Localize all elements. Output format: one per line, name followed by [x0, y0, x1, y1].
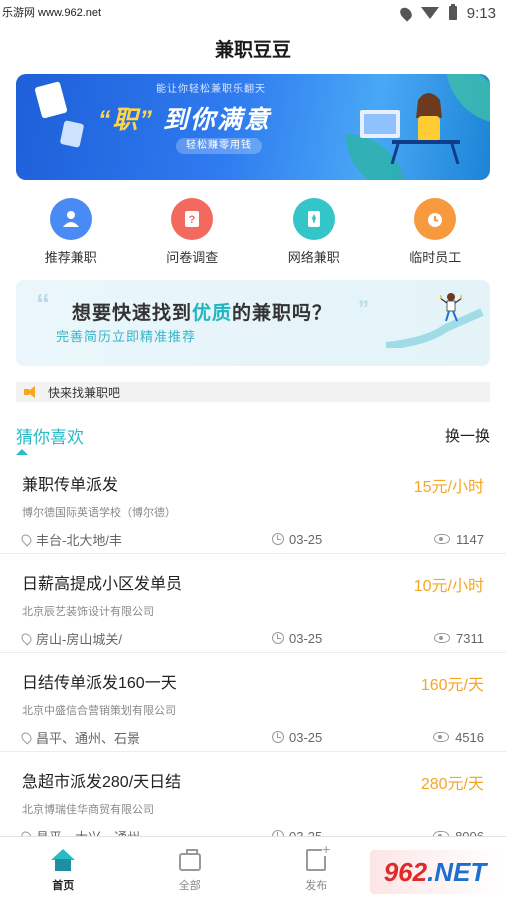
- location-pin-icon: [19, 531, 34, 547]
- clock-icon: [272, 632, 284, 644]
- job-date: 03-25: [289, 531, 323, 547]
- wifi-icon: [420, 7, 439, 19]
- banner-headline-rest: 到你满意: [162, 106, 271, 134]
- nav-recommend-job[interactable]: 推荐兼职: [26, 198, 116, 268]
- job-date: 03-25: [289, 729, 323, 745]
- job-location: 昌平、通州、石景: [36, 730, 141, 746]
- job-meta: 丰台-北大地/丰 03-25 1147: [19, 530, 484, 548]
- nav-questionnaire[interactable]: ? 问卷调查: [147, 198, 237, 268]
- tab-label: 发布: [305, 880, 328, 892]
- job-views: 7311: [456, 630, 484, 646]
- tab-post[interactable]: 发布: [253, 837, 380, 900]
- banner-pill: 轻松赚零用钱: [176, 138, 262, 154]
- briefcase-icon: [178, 849, 201, 871]
- promo-headline-post: 的兼职吗？: [232, 303, 333, 324]
- location-pin-icon: [19, 630, 34, 646]
- quote-mark-decoration: ”: [358, 296, 369, 321]
- banner-headline: “职” 到你满意: [98, 100, 271, 136]
- job-list-item[interactable]: 兼职传单派发 15元/小时 博尔德国际英语学校（博尔德） 丰台-北大地/丰 03…: [0, 455, 506, 554]
- job-location: 丰台-北大地/丰: [36, 532, 122, 548]
- location-pin-icon: [19, 729, 34, 745]
- notice-text: 快来找兼职吧: [48, 385, 121, 400]
- location-icon: [397, 4, 414, 22]
- site-watermark: 乐游网 www.962.net: [2, 7, 102, 19]
- nav-network-job[interactable]: 网络兼职: [269, 198, 359, 268]
- section-title-wrap: 猜你喜欢: [16, 423, 84, 455]
- job-views: 1147: [456, 531, 484, 547]
- page-title: 兼职豆豆: [214, 39, 291, 61]
- clock-icon: [414, 198, 457, 240]
- person-illustration: [440, 293, 462, 322]
- recommend-section-header: 猜你喜欢 换一换: [16, 420, 490, 455]
- job-company: 北京博瑞佳华商贸有限公司: [22, 804, 154, 816]
- promo-headline-em: 优质: [192, 303, 233, 324]
- nav-temp-staff[interactable]: 临时员工: [390, 198, 480, 268]
- job-meta: 房山-房山城关/ 03-25 7311: [19, 629, 484, 647]
- quote-mark-decoration: “: [36, 288, 50, 319]
- status-time: 9:13: [466, 4, 496, 22]
- job-pay: 160元/天: [420, 677, 484, 694]
- job-title: 急超市派发280/天日结: [22, 774, 182, 791]
- notice-bar[interactable]: 快来找兼职吧: [16, 382, 490, 402]
- network-job-icon: [292, 198, 335, 240]
- section-title: 猜你喜欢: [16, 427, 84, 447]
- quick-nav: 推荐兼职 ? 问卷调查 网络兼职 临时员工: [0, 198, 506, 268]
- job-list-item[interactable]: 日薪高提成小区发单员 10元/小时 北京辰艺装饰设计有限公司 房山-房山城关/ …: [0, 554, 506, 653]
- status-icons: 9:13: [397, 4, 496, 22]
- section-indicator: [16, 448, 28, 455]
- tab-label: 首页: [52, 880, 75, 892]
- banner-subtitle: 能让你轻松兼职乐翻天: [156, 84, 266, 95]
- eye-icon: [434, 633, 451, 643]
- job-company: 北京辰艺装饰设计有限公司: [22, 606, 154, 618]
- job-pay: 10元/小时: [413, 578, 484, 595]
- nav-label: 问卷调查: [166, 250, 219, 265]
- banner-headline-quote: “职”: [98, 106, 155, 134]
- nav-label: 网络兼职: [287, 250, 340, 265]
- nav-label: 临时员工: [409, 250, 462, 265]
- nav-label: 推荐兼职: [44, 250, 97, 265]
- tab-home[interactable]: 首页: [0, 837, 127, 900]
- job-company: 博尔德国际英语学校（博尔德）: [22, 507, 176, 519]
- job-date: 03-25: [289, 630, 323, 646]
- job-meta: 昌平、通州、石景 03-25 4516: [19, 728, 484, 746]
- user-recommend-icon: [49, 198, 92, 240]
- job-company: 北京中盛信合营销策划有限公司: [22, 705, 176, 717]
- document-icon: [34, 81, 68, 119]
- eye-icon: [433, 732, 450, 742]
- job-pay: 15元/小时: [413, 479, 484, 496]
- job-views: 4516: [455, 729, 484, 745]
- tab-label: 全部: [178, 880, 201, 892]
- post-icon: [306, 842, 331, 871]
- speaker-icon: [24, 386, 36, 398]
- promo-banner[interactable]: 能让你轻松兼职乐翻天 “职” 到你满意 轻松赚零用钱: [16, 74, 490, 180]
- job-location: 房山-房山城关/: [36, 631, 122, 647]
- site-logo-watermark: 962 .NET: [370, 850, 500, 894]
- refresh-button[interactable]: 换一换: [445, 425, 490, 446]
- promo-subline: 完善简历立即精准推荐: [56, 329, 197, 344]
- clock-icon: [272, 533, 284, 545]
- logo-text-b: .NET: [427, 856, 487, 887]
- job-title: 日结传单派发160一天: [22, 675, 177, 692]
- svg-text:?: ?: [189, 214, 196, 226]
- job-list: 兼职传单派发 15元/小时 博尔德国际英语学校（博尔德） 丰台-北大地/丰 03…: [0, 455, 506, 851]
- job-pay: 280元/天: [420, 776, 484, 793]
- questionnaire-icon: ?: [171, 198, 214, 240]
- office-worker-illustration: [360, 93, 460, 164]
- job-list-item[interactable]: 日结传单派发160一天 160元/天 北京中盛信合营销策划有限公司 昌平、通州、…: [0, 653, 506, 752]
- battery-icon: [448, 4, 457, 20]
- home-icon: [51, 849, 76, 871]
- logo-text-a: 962: [383, 856, 428, 887]
- tab-all[interactable]: 全部: [127, 837, 254, 900]
- promo-headline-pre: 想要快速找到: [72, 303, 193, 324]
- growth-arrow-illustration: [386, 308, 484, 348]
- resume-promo-card[interactable]: “ ” 想要快速找到优质的兼职吗？ 完善简历立即精准推荐: [16, 280, 490, 366]
- promo-headline: 想要快速找到优质的兼职吗？: [72, 298, 332, 325]
- eye-icon: [434, 534, 451, 544]
- clock-icon: [272, 731, 284, 743]
- document-icon: [59, 120, 85, 148]
